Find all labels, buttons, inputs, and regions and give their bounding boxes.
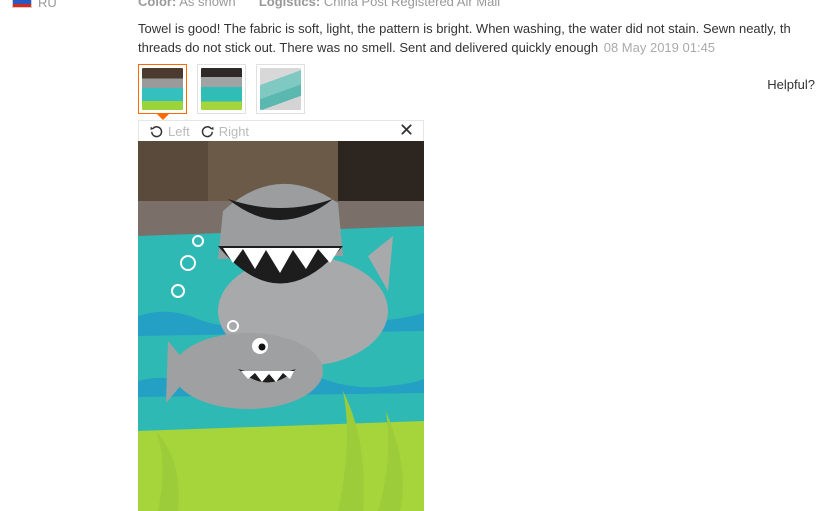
logistics-key: Logistics: [258, 0, 321, 9]
rotate-right-icon [201, 125, 214, 137]
review-thumbnail-2[interactable] [197, 64, 246, 114]
reviewer-country: RU [12, 0, 57, 10]
color-key: Color: [138, 0, 177, 9]
review-thumbnail-3[interactable] [256, 64, 305, 114]
close-icon [401, 124, 412, 135]
review-line-2-text: threads do not stick out. There was no s… [138, 40, 599, 55]
shark-towel-photo [138, 141, 424, 511]
image-viewer-toolbar: Left Right [138, 120, 424, 141]
review-thumbnail-1[interactable] [138, 64, 187, 120]
review-meta: Color: As shown Logistics: China Post Re… [138, 0, 500, 9]
thumbnail-image [260, 68, 301, 110]
review-thumbnails [138, 64, 305, 120]
review-line-2: threads do not stick out. There was no s… [138, 38, 823, 57]
rotate-right-button[interactable]: Right [200, 124, 249, 139]
helpful-label[interactable]: Helpful? [767, 77, 815, 92]
rotate-left-icon [150, 125, 163, 137]
close-viewer-button[interactable] [401, 123, 412, 138]
review-date: 08 May 2019 01:45 [603, 40, 716, 55]
review-text: Towel is good! The fabric is soft, light… [138, 19, 823, 57]
russia-flag-icon [12, 0, 32, 8]
country-code: RU [38, 0, 57, 10]
review-photo-enlarged [138, 141, 424, 511]
rotate-left-label: Left [168, 123, 190, 139]
thumbnail-image [201, 68, 242, 110]
logistics-value: China Post Registered Air Mail [323, 0, 501, 9]
rotate-right-label: Right [218, 123, 250, 139]
color-value: As shown [179, 0, 236, 9]
review-line-1: Towel is good! The fabric is soft, light… [138, 21, 791, 36]
rotate-left-button[interactable]: Left [149, 124, 190, 139]
thumbnail-image [142, 68, 183, 110]
